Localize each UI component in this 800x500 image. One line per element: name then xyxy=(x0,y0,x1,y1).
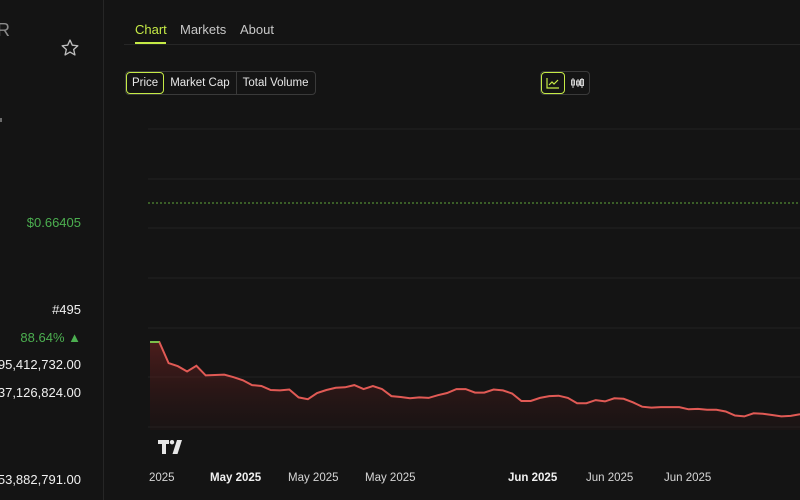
price-chart[interactable] xyxy=(0,0,800,500)
x-tick-label: May 2025 xyxy=(210,472,262,484)
x-tick-label: 2025 xyxy=(149,472,175,484)
x-tick-label: Jun 2025 xyxy=(586,472,634,484)
tradingview-logo-icon xyxy=(158,440,182,454)
x-tick-label: Jun 2025 xyxy=(508,472,558,484)
x-tick-label: Jun 2025 xyxy=(664,472,712,484)
x-tick-label: May 2025 xyxy=(288,472,339,484)
x-tick-label: May 2025 xyxy=(365,472,416,484)
price-area-fill xyxy=(150,342,800,430)
